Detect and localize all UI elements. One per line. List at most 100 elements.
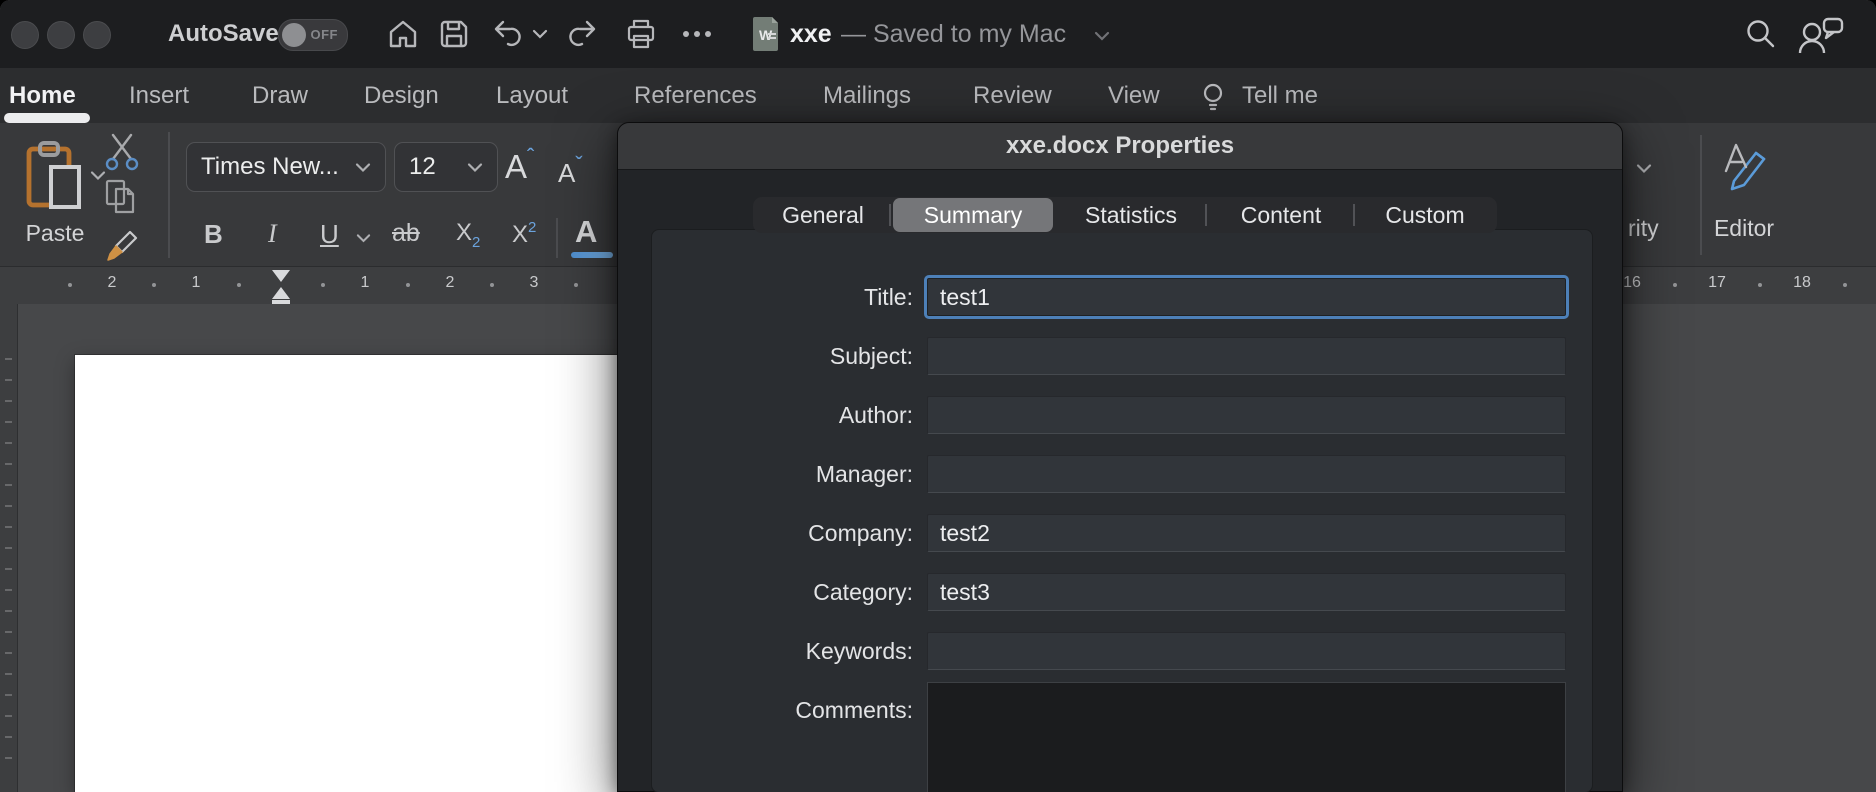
user-feedback-icon[interactable]	[1794, 15, 1848, 57]
paste-button-label[interactable]: Paste	[17, 220, 93, 247]
category-field-label: Category:	[651, 577, 913, 607]
home-icon[interactable]	[386, 17, 420, 51]
ruler-tick	[68, 283, 72, 287]
dialog-tab-custom[interactable]: Custom	[1357, 197, 1493, 233]
title-field-label: Title:	[651, 282, 913, 312]
more-commands-icon[interactable]	[682, 30, 712, 38]
tab-insert[interactable]: Insert	[129, 68, 189, 123]
cut-icon[interactable]	[103, 131, 141, 173]
author-field[interactable]	[927, 396, 1566, 434]
tab-tell-me[interactable]: Tell me	[1242, 68, 1318, 123]
lightbulb-icon	[1200, 82, 1226, 112]
subject-field-label: Subject:	[651, 341, 913, 371]
save-icon[interactable]	[437, 17, 471, 51]
title-menu-chevron-icon[interactable]	[1094, 30, 1110, 42]
ribbon-separator	[1700, 135, 1702, 255]
document-save-status: — Saved to my Mac	[841, 0, 1066, 68]
ribbon-tab-bar: Home Insert Draw Design Layout Reference…	[0, 68, 1876, 124]
tab-layout[interactable]: Layout	[496, 68, 568, 123]
category-field[interactable]	[927, 573, 1566, 611]
first-line-indent-marker[interactable]	[272, 270, 290, 282]
manager-field-label: Manager:	[651, 459, 913, 489]
font-size-value: 12	[409, 153, 436, 181]
undo-menu-chevron-icon[interactable]	[532, 28, 548, 40]
editor-icon[interactable]	[1722, 137, 1768, 193]
dialog-tab-statistics[interactable]: Statistics	[1057, 197, 1205, 233]
text-effects-button[interactable]: A	[575, 214, 597, 250]
tab-view[interactable]: View	[1108, 68, 1160, 123]
properties-dialog: xxe.docx Properties General Summary Stat…	[617, 122, 1623, 792]
dialog-tab-strip: General Summary Statistics Content Custo…	[753, 197, 1497, 233]
vertical-ruler	[0, 304, 18, 792]
ruler-tick	[406, 283, 410, 287]
ruler-tick	[574, 283, 578, 287]
comments-field-label: Comments:	[651, 695, 913, 725]
paste-icon[interactable]	[24, 140, 86, 214]
segment-separator	[1353, 204, 1355, 226]
italic-button[interactable]: I	[268, 219, 277, 249]
comments-field[interactable]	[927, 682, 1566, 792]
keywords-field[interactable]	[927, 632, 1566, 670]
font-name-value: Times New...	[201, 153, 339, 181]
ruler-number: 1	[176, 274, 216, 292]
word-document-icon: W	[751, 16, 781, 52]
superscript-button[interactable]: X2	[512, 219, 536, 249]
dialog-tab-summary[interactable]: Summary	[893, 198, 1053, 232]
format-painter-icon[interactable]	[102, 224, 142, 264]
ruler-number: 1	[345, 274, 385, 292]
tab-mailings[interactable]: Mailings	[823, 68, 911, 123]
text-effects-underline	[571, 252, 613, 258]
tab-references[interactable]: References	[634, 68, 757, 123]
underline-menu-chevron-icon[interactable]	[356, 233, 371, 243]
tab-design[interactable]: Design	[364, 68, 439, 123]
close-window-button[interactable]	[11, 21, 39, 49]
tab-review[interactable]: Review	[973, 68, 1052, 123]
editor-button-label[interactable]: Editor	[1706, 215, 1782, 242]
company-field[interactable]	[927, 514, 1566, 552]
ruler-tick	[321, 283, 325, 287]
ruler-number: 3	[514, 274, 554, 292]
copy-icon[interactable]	[104, 178, 138, 216]
vertical-ruler-ticks	[5, 358, 12, 778]
author-field-label: Author:	[651, 400, 913, 430]
window-titlebar: AutoSave OFF	[0, 0, 1876, 68]
print-icon[interactable]	[624, 17, 658, 51]
ruler-number: 2	[92, 274, 132, 292]
underline-button[interactable]: U	[320, 219, 339, 250]
ribbon-separator	[556, 218, 558, 258]
caret-down-icon: ˇ	[575, 152, 582, 177]
ruler-tick	[1758, 283, 1762, 287]
search-icon[interactable]	[1744, 17, 1778, 51]
dialog-title: xxe.docx Properties	[1006, 132, 1234, 159]
ruler-number: 17	[1697, 274, 1737, 292]
subject-field[interactable]	[927, 337, 1566, 375]
strikethrough-button[interactable]: ab	[392, 219, 420, 248]
hanging-indent-marker[interactable]	[272, 287, 290, 299]
minimize-window-button[interactable]	[47, 21, 75, 49]
dialog-tab-content[interactable]: Content	[1209, 197, 1353, 233]
zoom-window-button[interactable]	[83, 21, 111, 49]
redo-icon[interactable]	[566, 17, 600, 51]
subscript-button[interactable]: X2	[456, 219, 480, 251]
company-field-label: Company:	[651, 518, 913, 548]
title-field[interactable]	[927, 278, 1566, 316]
document-page[interactable]	[75, 355, 635, 792]
tab-draw[interactable]: Draw	[252, 68, 308, 123]
bold-button[interactable]: B	[204, 219, 223, 250]
autosave-toggle-knob	[282, 23, 306, 47]
font-name-select[interactable]: Times New...	[186, 142, 386, 192]
active-tab-indicator	[4, 113, 90, 123]
undo-icon[interactable]	[490, 17, 524, 51]
grow-font-button[interactable]: Aˆ	[505, 144, 534, 186]
shrink-font-button[interactable]: Aˇ	[558, 152, 583, 189]
dialog-tab-general[interactable]: General	[757, 197, 889, 233]
autosave-toggle[interactable]: OFF	[278, 19, 348, 51]
ribbon-separator	[168, 132, 170, 258]
sensitivity-chevron-icon[interactable]	[1636, 163, 1652, 174]
font-size-select[interactable]: 12	[394, 142, 498, 192]
manager-field[interactable]	[927, 455, 1566, 493]
chevron-down-icon	[355, 162, 371, 173]
autosave-state: OFF	[311, 20, 339, 50]
ruler-number: 2	[430, 274, 470, 292]
dialog-titlebar[interactable]: xxe.docx Properties	[618, 123, 1622, 170]
